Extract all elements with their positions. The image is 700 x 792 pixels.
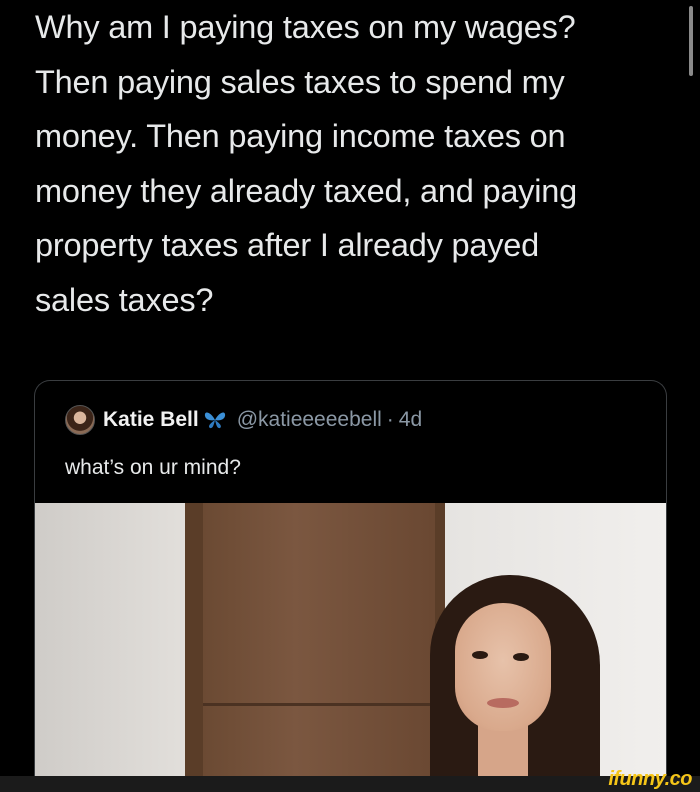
timestamp[interactable]: 4d: [399, 408, 422, 432]
separator-dot: ·: [386, 408, 394, 431]
quoted-tweet-text: what’s on ur mind?: [65, 456, 241, 479]
photo-door: [203, 503, 435, 792]
photo-person-eye: [472, 651, 488, 659]
photo-person-eye: [513, 653, 529, 661]
bottom-bar: [0, 776, 700, 792]
tweet-text-line: money they already taxed, and paying: [35, 172, 578, 209]
butterfly-icon: [203, 410, 227, 430]
quoted-tweet-card[interactable]: Katie Bell @katieeeeebell · 4d what’s on…: [34, 380, 667, 792]
photo-door-seam: [203, 703, 435, 706]
tweet-text-line: property taxes after I already payed: [35, 227, 540, 263]
tweet-text: Why am I paying taxes on my wages? Then …: [35, 0, 675, 327]
photo-person-lips: [487, 698, 519, 708]
quoted-tweet-header: Katie Bell @katieeeeebell · 4d: [65, 403, 422, 437]
photo-person-face: [455, 603, 551, 731]
author-handle[interactable]: @katieeeeebell: [237, 408, 382, 432]
quoted-tweet-photo[interactable]: [35, 503, 666, 792]
author-name[interactable]: Katie Bell: [103, 408, 199, 432]
avatar[interactable]: [65, 405, 95, 435]
tweet-text-line: sales taxes?: [35, 281, 214, 318]
photo-wall: [35, 503, 195, 792]
tweet-text-line: Why am I paying taxes on my wages?: [35, 9, 576, 45]
ifunny-watermark: ifunny.co: [608, 768, 692, 790]
tweet-text-line: money. Then paying income taxes on: [35, 118, 566, 154]
scrollbar[interactable]: [689, 6, 693, 76]
tweet-text-line: Then paying sales taxes to spend my: [35, 63, 565, 100]
